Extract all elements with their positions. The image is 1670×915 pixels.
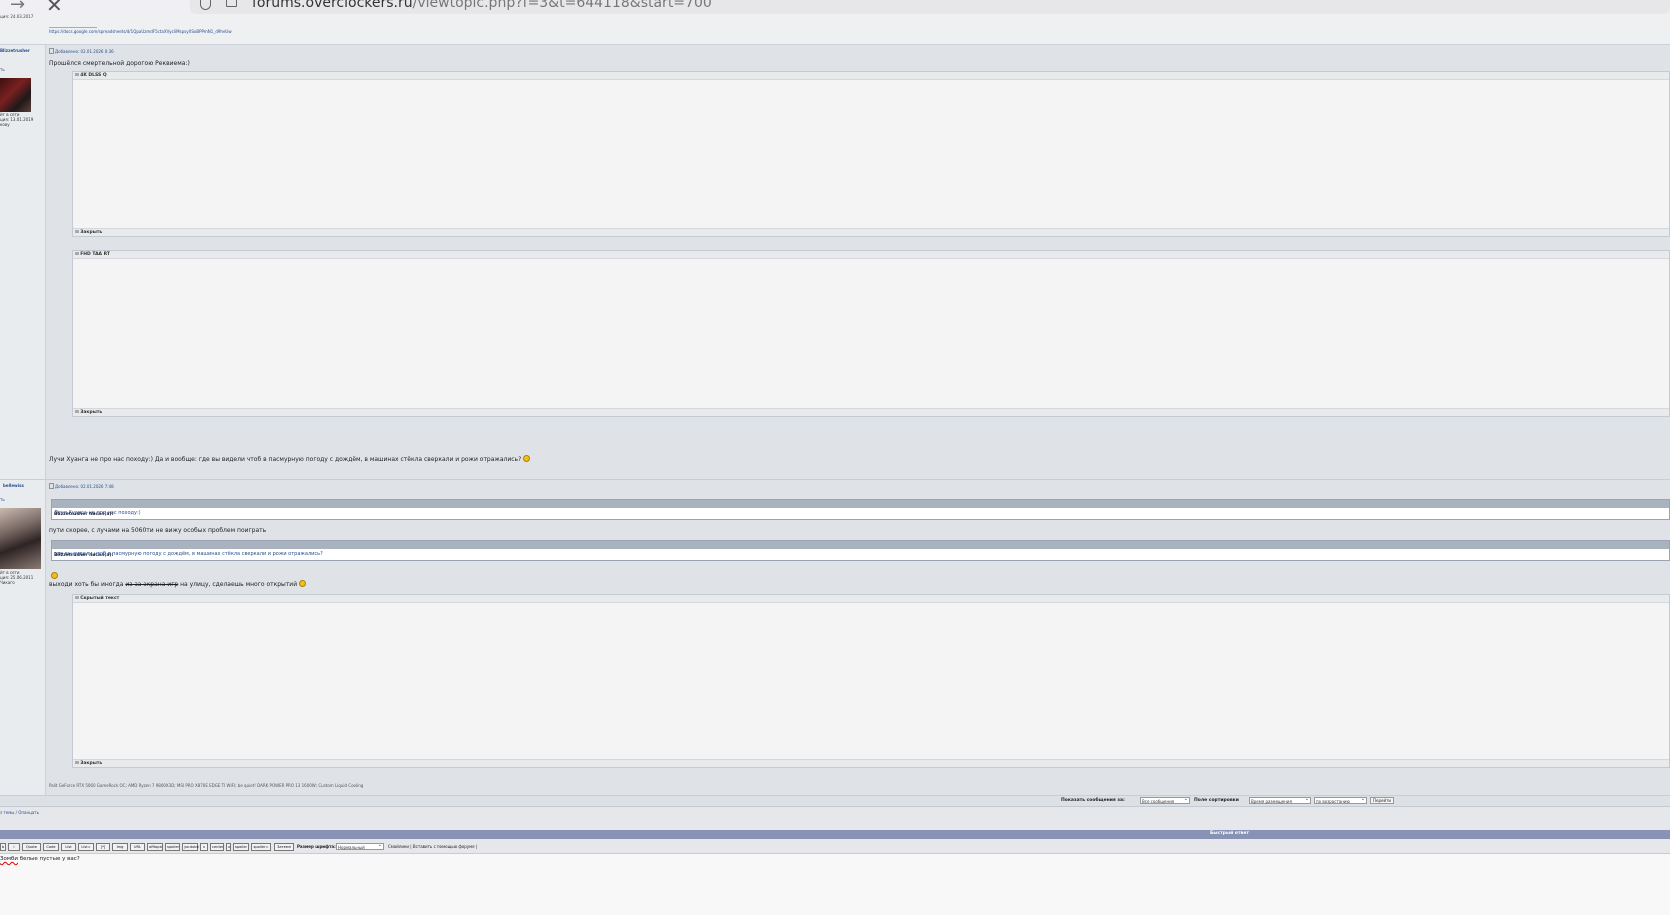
- topic-link[interactable]: з темы /: [0, 810, 17, 815]
- post-date[interactable]: Добавлено: 02.01.2026 0:36: [49, 48, 114, 54]
- browser-toolbar: → ✕ forums.overclockers.ru/viewtopic.php…: [0, 0, 1670, 14]
- url-button[interactable]: URL: [130, 843, 145, 851]
- url-domain: forums.overclockers.ru: [252, 0, 413, 11]
- center-button[interactable]: center: [210, 843, 224, 851]
- smiley-icon: [51, 572, 58, 579]
- small-button[interactable]: x: [226, 843, 231, 851]
- spoiler-alt-button[interactable]: spoiler: [233, 843, 249, 851]
- smiley-icon: [523, 455, 531, 462]
- author-name[interactable]: Blizzetrusher: [0, 48, 30, 53]
- author-location: кову: [0, 122, 10, 127]
- spoiler-close: Закрыть: [75, 409, 102, 416]
- smiley-icon: [299, 580, 307, 587]
- spoiler-block: 4K DLSS Q Закрыть: [72, 71, 1670, 237]
- close-icon[interactable]: ✕: [46, 0, 63, 14]
- avatar: [0, 508, 41, 569]
- font-size-label: Размер шрифта:: [297, 844, 336, 849]
- author-rank: ть: [0, 497, 5, 502]
- shade-button[interactable]: Затемн: [274, 843, 294, 851]
- font-size-select[interactable]: Нормальный: [336, 842, 384, 850]
- previous-post-remnant: [0, 14, 1670, 45]
- reply-text: Зомби белые пустые у вас?: [0, 856, 80, 862]
- spoiler-close: Закрыть: [75, 229, 102, 236]
- quick-reply-title: Быстрый ответ: [1210, 831, 1249, 836]
- post-text-b: на улицу, сделаешь много открытий: [180, 581, 298, 588]
- formatting-toolbar: b i Quote Code List List= [*] Img URL of…: [0, 842, 1670, 852]
- quote-block: Blizzetrusher писал(а): Лучи Хуанга не п…: [51, 499, 1670, 520]
- author-name[interactable]: bellewiss: [3, 483, 24, 488]
- list-item-button[interactable]: [*]: [96, 843, 110, 851]
- quick-reply-header: Быстрый ответ: [0, 830, 1670, 839]
- author-column: Blizzetrusher ть йт в сети ция: 13.01.20…: [0, 45, 46, 479]
- post-text: выходи хоть бы иногда из-за экрана игр н…: [49, 580, 307, 589]
- spoiler-title: 4K DLSS Q: [75, 72, 106, 79]
- post-text: Лучи Хуанга не про нас походу:) Да и воо…: [49, 455, 531, 464]
- spoiler-footer[interactable]: Закрыть: [73, 228, 1669, 236]
- reply-textarea[interactable]: Зомби белые пустые у вас?: [0, 853, 1670, 915]
- avatar: [0, 78, 31, 112]
- shield-icon[interactable]: [200, 0, 211, 10]
- quote-button[interactable]: Quote: [22, 843, 41, 851]
- spoiler-close: Закрыть: [75, 760, 102, 767]
- code-button[interactable]: Code: [43, 843, 59, 851]
- spoiler-header[interactable]: Скрытый текст: [73, 595, 1669, 603]
- strike-button[interactable]: s: [200, 843, 208, 851]
- url-text[interactable]: forums.overclockers.ru/viewtopic.php?f=3…: [252, 0, 712, 11]
- spoiler-block: FHD TAA RT Закрыть: [72, 250, 1670, 417]
- post-text-a: выходи хоть бы иногда: [49, 581, 124, 588]
- reply-rest: белые пустые у вас?: [19, 856, 80, 862]
- author-meta: ция: 24.03.2017: [0, 14, 34, 19]
- quote-text: Лучи Хуанга не про нас походу:): [54, 510, 141, 516]
- user-signature: Palit GeForce RTX 5060 GameRock OC; AMD …: [49, 783, 364, 788]
- lock-icon[interactable]: [226, 0, 237, 7]
- list-button[interactable]: List: [61, 843, 76, 851]
- smilies-link[interactable]: Смайлики | Вставить с помощью форуме |: [388, 844, 477, 849]
- italic-button[interactable]: i: [8, 843, 20, 851]
- spoiler-block: Скрытый текст Закрыть: [72, 594, 1670, 768]
- display-options-bar: Показать сообщения за: Все сообщения Пол…: [0, 796, 1670, 807]
- spoiler-title: FHD TAA RT: [75, 251, 110, 258]
- address-bar[interactable]: forums.overclockers.ru/viewtopic.php?f=3…: [190, 0, 1670, 14]
- show-posts-select[interactable]: Все сообщения: [1140, 796, 1190, 804]
- quote-header: Blizzetrusher писал(а):: [52, 500, 1669, 517]
- author-rank: ть: [0, 67, 5, 72]
- quote-header: Blizzetrusher писал(а):: [52, 541, 1669, 558]
- post-date[interactable]: Добавлено: 02.01.2026 7:48: [49, 483, 114, 489]
- strikethrough-text: из-за экрана игр: [125, 581, 179, 588]
- signature-link[interactable]: https://docs.google.com/spreadsheets/d/1…: [49, 27, 232, 34]
- quote-block: Blizzetrusher писал(а): где вы видели чт…: [51, 540, 1670, 561]
- youtube-button[interactable]: youtube: [182, 843, 199, 851]
- sort-field-select[interactable]: Время размещения: [1249, 796, 1311, 804]
- post-text: пути скорее, с лучами на 5060ти не вижу …: [49, 527, 267, 534]
- quote-text: где вы видели чтоб в пасмурную погоду с …: [54, 551, 323, 557]
- forum-post: Blizzetrusher ть йт в сети ция: 13.01.20…: [0, 45, 1670, 480]
- offtopic-button[interactable]: offtopic: [147, 843, 163, 851]
- author-column: bellewiss ть йт в сети ция: 25.06.2011 Ч…: [0, 480, 46, 795]
- spoiler-header[interactable]: FHD TAA RT: [73, 251, 1669, 259]
- post-text: Прошёлся смертельной дорогою Реквиема:): [49, 60, 190, 67]
- author-location: Чикаго: [0, 580, 15, 585]
- forward-arrow-icon[interactable]: →: [10, 0, 25, 14]
- spoiler-header[interactable]: 4K DLSS Q: [73, 72, 1669, 80]
- post-text-content: Лучи Хуанга не про нас походу:) Да и воо…: [49, 456, 522, 463]
- forum-post: bellewiss ть йт в сети ция: 25.06.2011 Ч…: [0, 480, 1670, 796]
- go-button[interactable]: Перейти: [1370, 797, 1394, 804]
- spoiler-footer[interactable]: Закрыть: [73, 759, 1669, 767]
- list-numbered-button[interactable]: List=: [78, 843, 94, 851]
- show-posts-label: Показать сообщения за:: [1061, 798, 1125, 803]
- spoiler-footer[interactable]: Закрыть: [73, 408, 1669, 416]
- print-link[interactable]: Опанцать: [18, 810, 39, 815]
- image-button[interactable]: Img: [112, 843, 128, 851]
- sort-label: Поле сортировки: [1194, 798, 1239, 803]
- spoiler-title: Скрытый текст: [75, 595, 119, 602]
- sort-direction-select[interactable]: по возрастанию: [1314, 796, 1367, 804]
- spoiler-button[interactable]: spoiler: [165, 843, 180, 851]
- url-path: /viewtopic.php?f=3&t=644118&start=700: [412, 0, 712, 11]
- reply-misspelt-word: Зомби: [0, 856, 19, 862]
- topic-actions: з темы / Опанцать: [0, 810, 39, 815]
- spoiler-titled-button[interactable]: spoiler=: [251, 843, 271, 851]
- bold-button[interactable]: b: [0, 843, 6, 851]
